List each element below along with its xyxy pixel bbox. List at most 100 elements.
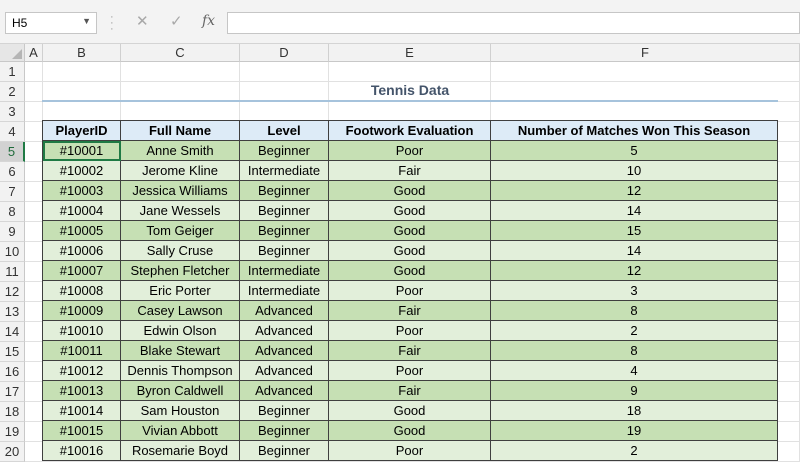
cancel-icon[interactable]: ✕ [136,12,149,30]
level-cell[interactable]: Intermediate [239,280,329,301]
footwork-cell[interactable]: Good [328,420,491,441]
column-header-a[interactable]: A [25,44,43,62]
matches-won-cell[interactable]: 2 [490,320,778,341]
row-header-11[interactable]: 11 [0,262,25,282]
matches-won-cell[interactable]: 19 [490,420,778,441]
resize-handle-icon[interactable]: · · · [110,12,114,35]
footwork-cell[interactable]: Poor [328,280,491,301]
player-id-cell[interactable]: #10012 [42,360,121,381]
player-id-cell[interactable]: #10011 [42,340,121,361]
column-header-c[interactable]: C [121,44,240,62]
player-id-cell[interactable]: #10007 [42,260,121,281]
row-header-12[interactable]: 12 [0,282,25,302]
footwork-cell[interactable]: Fair [328,300,491,321]
header-level[interactable]: Level [239,120,329,141]
level-cell[interactable]: Beginner [239,240,329,261]
level-cell[interactable]: Advanced [239,380,329,401]
footwork-cell[interactable]: Poor [328,140,491,161]
matches-won-cell[interactable]: 5 [490,140,778,161]
player-id-cell[interactable]: #10003 [42,180,121,201]
player-id-cell[interactable]: #10001 [42,140,121,161]
row-header-5[interactable]: 5 [0,142,25,162]
matches-won-cell[interactable]: 2 [490,440,778,461]
level-cell[interactable]: Intermediate [239,160,329,181]
row-header-15[interactable]: 15 [0,342,25,362]
header-footwork-evaluation[interactable]: Footwork Evaluation [328,120,491,141]
column-header-d[interactable]: D [240,44,329,62]
row-header-1[interactable]: 1 [0,62,25,82]
matches-won-cell[interactable]: 14 [490,240,778,261]
full-name-cell[interactable]: Jerome Kline [120,160,240,181]
full-name-cell[interactable]: Edwin Olson [120,320,240,341]
matches-won-cell[interactable]: 8 [490,340,778,361]
level-cell[interactable]: Beginner [239,200,329,221]
full-name-cell[interactable]: Sally Cruse [120,240,240,261]
level-cell[interactable]: Advanced [239,360,329,381]
column-header-b[interactable]: B [43,44,121,62]
row-header-10[interactable]: 10 [0,242,25,262]
matches-won-cell[interactable]: 12 [490,180,778,201]
row-header-8[interactable]: 8 [0,202,25,222]
footwork-cell[interactable]: Good [328,240,491,261]
footwork-cell[interactable]: Poor [328,320,491,341]
row-header-14[interactable]: 14 [0,322,25,342]
player-id-cell[interactable]: #10010 [42,320,121,341]
matches-won-cell[interactable]: 18 [490,400,778,421]
header-matches-won[interactable]: Number of Matches Won This Season [490,120,778,141]
column-header-e[interactable]: E [329,44,491,62]
level-cell[interactable]: Beginner [239,180,329,201]
row-header-9[interactable]: 9 [0,222,25,242]
row-header-7[interactable]: 7 [0,182,25,202]
footwork-cell[interactable]: Good [328,180,491,201]
full-name-cell[interactable]: Rosemarie Boyd [120,440,240,461]
footwork-cell[interactable]: Poor [328,360,491,381]
level-cell[interactable]: Beginner [239,400,329,421]
select-all-button[interactable] [0,44,25,62]
chevron-down-icon[interactable]: ▼ [82,16,91,26]
name-box[interactable]: H5 ▼ [5,12,97,34]
column-header-f[interactable]: F [491,44,800,62]
player-id-cell[interactable]: #10004 [42,200,121,221]
matches-won-cell[interactable]: 9 [490,380,778,401]
header-full-name[interactable]: Full Name [120,120,240,141]
insert-function-icon[interactable]: fx [202,13,215,29]
footwork-cell[interactable]: Fair [328,160,491,181]
formula-input[interactable] [227,12,800,34]
full-name-cell[interactable]: Eric Porter [120,280,240,301]
player-id-cell[interactable]: #10015 [42,420,121,441]
full-name-cell[interactable]: Vivian Abbott [120,420,240,441]
full-name-cell[interactable]: Jane Wessels [120,200,240,221]
player-id-cell[interactable]: #10006 [42,240,121,261]
matches-won-cell[interactable]: 10 [490,160,778,181]
player-id-cell[interactable]: #10008 [42,280,121,301]
footwork-cell[interactable]: Good [328,260,491,281]
full-name-cell[interactable]: Anne Smith [120,140,240,161]
player-id-cell[interactable]: #10016 [42,440,121,461]
footwork-cell[interactable]: Good [328,220,491,241]
row-header-4[interactable]: 4 [0,122,25,142]
matches-won-cell[interactable]: 3 [490,280,778,301]
full-name-cell[interactable]: Jessica Williams [120,180,240,201]
matches-won-cell[interactable]: 12 [490,260,778,281]
matches-won-cell[interactable]: 14 [490,200,778,221]
player-id-cell[interactable]: #10014 [42,400,121,421]
row-header-19[interactable]: 19 [0,422,25,442]
level-cell[interactable]: Beginner [239,140,329,161]
full-name-cell[interactable]: Stephen Fletcher [120,260,240,281]
level-cell[interactable]: Beginner [239,420,329,441]
row-header-18[interactable]: 18 [0,402,25,422]
full-name-cell[interactable]: Blake Stewart [120,340,240,361]
row-header-13[interactable]: 13 [0,302,25,322]
level-cell[interactable]: Advanced [239,300,329,321]
footwork-cell[interactable]: Fair [328,340,491,361]
level-cell[interactable]: Beginner [239,220,329,241]
row-header-16[interactable]: 16 [0,362,25,382]
row-header-2[interactable]: 2 [0,82,25,102]
level-cell[interactable]: Advanced [239,320,329,341]
row-header-6[interactable]: 6 [0,162,25,182]
row-header-3[interactable]: 3 [0,102,25,122]
footwork-cell[interactable]: Good [328,400,491,421]
sheet-title[interactable]: Tennis Data [330,82,490,98]
player-id-cell[interactable]: #10005 [42,220,121,241]
matches-won-cell[interactable]: 4 [490,360,778,381]
